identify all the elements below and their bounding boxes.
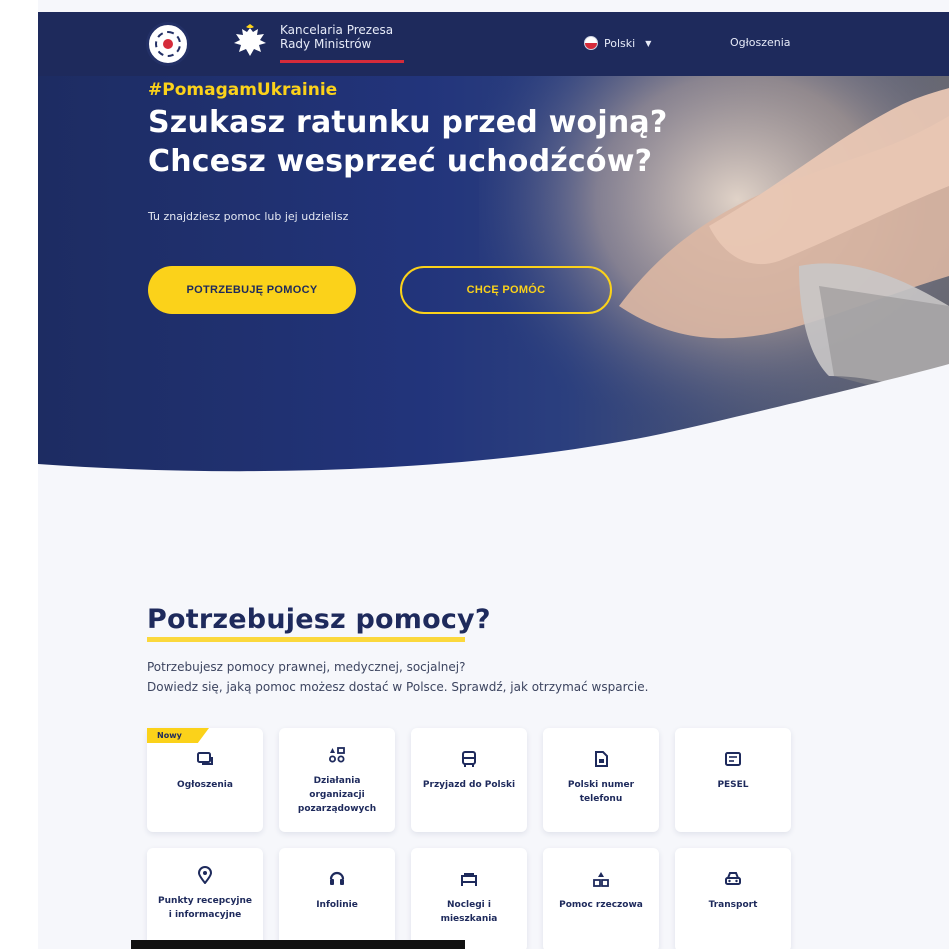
hero-title: Szukasz ratunku przed wojną? Chcesz wesp… (148, 103, 748, 181)
hero-subtitle: Tu znajdziesz pomoc lub jej udzielisz (148, 210, 349, 223)
phone-icon (329, 871, 345, 885)
card-label: Ogłoszenia (177, 780, 233, 790)
brand-line-1: Kancelaria Prezesa (280, 23, 394, 37)
left-gutter (0, 0, 38, 949)
card-material-aid[interactable]: Pomoc rzeczowa (543, 848, 659, 949)
nav-announcements-link[interactable]: Ogłoszenia (730, 36, 791, 49)
card-pesel[interactable]: PESEL (675, 728, 791, 832)
polish-eagle-icon (234, 24, 266, 56)
hero-wave-divider (38, 364, 949, 510)
boxes-icon (593, 872, 609, 887)
card-label: Działania organizacji pozarządowych (297, 776, 377, 814)
card-arrival-to-poland[interactable]: Przyjazd do Polski (411, 728, 527, 832)
card-label: Polski numer telefonu (567, 780, 635, 804)
grid-shapes-icon (329, 747, 345, 763)
page: Kancelaria Prezesa Rady Ministrów Polski… (0, 0, 949, 949)
card-label: Transport (708, 900, 758, 910)
help-section-description: Potrzebujesz pomocy prawnej, medycznej, … (147, 657, 648, 697)
gov-seal-logo[interactable] (146, 22, 190, 66)
title-highlight (147, 637, 465, 642)
help-desc-line-2: Dowiedz się, jaką pomoc możesz dostać w … (147, 680, 649, 694)
card-label: Infolinie (316, 900, 358, 910)
card-accommodation[interactable]: Noclegi i mieszkania (411, 848, 527, 949)
brand-line-2: Rady Ministrów (280, 37, 372, 51)
brand-name[interactable]: Kancelaria Prezesa Rady Ministrów (280, 23, 420, 51)
card-label: Punkty recepcyjne i informacyjne (158, 896, 252, 920)
help-section-title: Potrzebujesz pomocy? (147, 604, 491, 635)
bed-icon (461, 873, 477, 886)
language-label: Polski (604, 36, 636, 50)
top-navigation-bar: Kancelaria Prezesa Rady Ministrów Polski… (38, 12, 949, 76)
card-transport[interactable]: Transport (675, 848, 791, 949)
chevron-down-icon: ▼ (645, 38, 652, 48)
id-card-icon (725, 752, 741, 766)
card-label: Noclegi i mieszkania (440, 900, 498, 924)
brand-underline (280, 60, 404, 63)
bottom-overlay-bar (131, 940, 465, 949)
seal-center (163, 39, 173, 49)
card-announcements[interactable]: Ogłoszenia (147, 728, 263, 832)
need-help-button[interactable]: POTRZEBUJĘ POMOCY (148, 266, 356, 314)
language-selector[interactable]: Polski ▼ (584, 36, 651, 50)
hero-title-line-1: Szukasz ratunku przed wojną? (148, 105, 668, 140)
card-reception-points[interactable]: Punkty recepcyjne i informacyjne (147, 848, 263, 949)
hero-title-line-2: Chcesz wesprzeć uchodźców? (148, 144, 653, 179)
location-pin-icon (197, 866, 213, 884)
chat-icon (197, 752, 213, 765)
want-to-help-button[interactable]: CHCĘ POMÓC (400, 266, 612, 314)
card-hotlines[interactable]: Infolinie (279, 848, 395, 949)
card-ngo-activities[interactable]: Działania organizacji pozarządowych (279, 728, 395, 832)
hero-hashtag: #PomagamUkrainie (148, 80, 338, 100)
card-polish-phone-number[interactable]: Polski numer telefonu (543, 728, 659, 832)
card-label: Pomoc rzeczowa (559, 900, 643, 910)
card-label: Przyjazd do Polski (422, 780, 516, 790)
card-label: PESEL (717, 780, 749, 790)
help-desc-line-1: Potrzebujesz pomocy prawnej, medycznej, … (147, 660, 466, 674)
polish-flag-icon (584, 36, 598, 50)
sim-card-icon (595, 751, 608, 767)
bus-icon (462, 751, 476, 767)
car-icon (725, 872, 741, 885)
